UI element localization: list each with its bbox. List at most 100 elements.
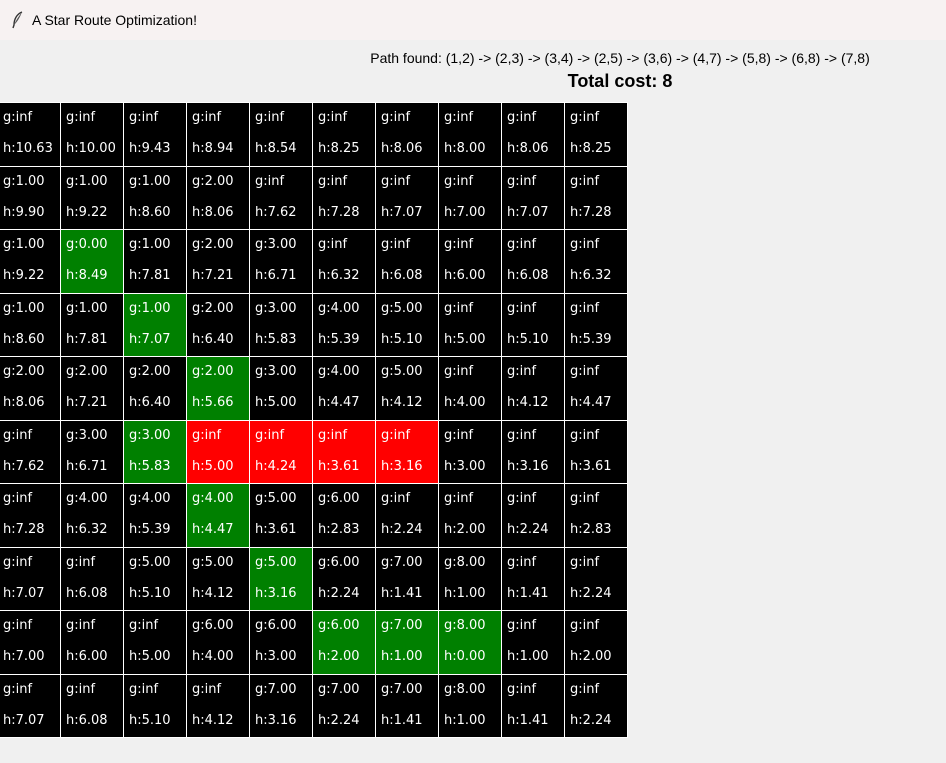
grid-cell[interactable]: g:inf h:5.00 (187, 420, 249, 483)
grid-cell[interactable]: g:inf h:8.54 (250, 103, 312, 166)
grid-cell[interactable]: g:4.00 h:4.47 (313, 357, 375, 420)
grid-cell[interactable]: g:inf h:2.24 (565, 674, 627, 737)
grid-cell[interactable]: g:7.00 h:2.24 (313, 674, 375, 737)
grid-cell[interactable]: g:6.00 h:4.00 (187, 611, 249, 674)
grid-cell[interactable]: g:inf h:6.32 (565, 230, 627, 293)
grid-cell[interactable]: g:inf h:7.00 (0, 611, 60, 674)
grid-cell[interactable]: g:inf h:1.41 (502, 674, 564, 737)
grid-cell[interactable]: g:1.00 h:8.60 (124, 166, 186, 229)
grid-cell[interactable]: g:1.00 h:9.22 (0, 230, 60, 293)
grid-cell[interactable]: g:inf h:4.47 (565, 357, 627, 420)
grid-cell[interactable]: g:2.00 h:5.66 (187, 357, 249, 420)
grid-cell[interactable]: g:inf h:3.61 (565, 420, 627, 483)
grid-cell[interactable]: g:inf h:4.24 (250, 420, 312, 483)
grid-cell[interactable]: g:5.00 h:5.10 (124, 547, 186, 610)
grid-cell[interactable]: g:7.00 h:3.16 (250, 674, 312, 737)
grid-cell[interactable]: g:8.00 h:1.00 (439, 547, 501, 610)
grid-cell[interactable]: g:inf h:2.00 (439, 484, 501, 547)
grid-cell[interactable]: g:inf h:10.63 (0, 103, 60, 166)
grid-cell[interactable]: g:inf h:3.16 (376, 420, 438, 483)
grid-cell[interactable]: g:6.00 h:3.00 (250, 611, 312, 674)
grid-cell[interactable]: g:inf h:7.28 (565, 166, 627, 229)
grid-cell[interactable]: g:inf h:7.00 (439, 166, 501, 229)
grid-cell[interactable]: g:inf h:6.00 (439, 230, 501, 293)
grid-cell[interactable]: g:4.00 h:5.39 (313, 293, 375, 356)
grid-cell[interactable]: g:8.00 h:0.00 (439, 611, 501, 674)
grid-cell[interactable]: g:inf h:6.00 (61, 611, 123, 674)
grid-cell[interactable]: g:0.00 h:8.49 (61, 230, 123, 293)
grid-cell[interactable]: g:1.00 h:9.90 (0, 166, 60, 229)
grid-cell[interactable]: g:5.00 h:3.16 (250, 547, 312, 610)
grid-cell[interactable]: g:inf h:6.08 (61, 547, 123, 610)
grid-cell[interactable]: g:inf h:7.07 (0, 674, 60, 737)
grid-cell[interactable]: g:5.00 h:4.12 (187, 547, 249, 610)
grid-cell[interactable]: g:inf h:2.24 (376, 484, 438, 547)
grid-cell[interactable]: g:6.00 h:2.83 (313, 484, 375, 547)
grid-cell[interactable]: g:inf h:4.12 (502, 357, 564, 420)
grid-cell[interactable]: g:1.00 h:7.81 (124, 230, 186, 293)
grid-cell[interactable]: g:inf h:4.00 (439, 357, 501, 420)
grid-cell[interactable]: g:inf h:2.24 (502, 484, 564, 547)
grid-cell[interactable]: g:inf h:1.41 (502, 547, 564, 610)
grid-cell[interactable]: g:inf h:5.39 (565, 293, 627, 356)
grid-cell[interactable]: g:4.00 h:6.32 (61, 484, 123, 547)
grid-cell[interactable]: g:inf h:8.06 (502, 103, 564, 166)
grid-cell[interactable]: g:inf h:7.07 (502, 166, 564, 229)
grid-cell[interactable]: g:6.00 h:2.00 (313, 611, 375, 674)
grid-cell[interactable]: g:3.00 h:5.83 (124, 420, 186, 483)
grid-cell[interactable]: g:inf h:7.07 (376, 166, 438, 229)
grid-cell[interactable]: g:inf h:8.06 (376, 103, 438, 166)
grid-cell[interactable]: g:inf h:9.43 (124, 103, 186, 166)
grid-cell[interactable]: g:inf h:8.94 (187, 103, 249, 166)
grid-cell[interactable]: g:inf h:6.08 (376, 230, 438, 293)
grid-cell[interactable]: g:inf h:7.62 (250, 166, 312, 229)
grid-cell[interactable]: g:7.00 h:1.00 (376, 611, 438, 674)
grid-cell[interactable]: g:inf h:8.00 (439, 103, 501, 166)
grid-cell[interactable]: g:inf h:2.00 (565, 611, 627, 674)
grid-cell[interactable]: g:3.00 h:6.71 (61, 420, 123, 483)
grid-cell[interactable]: g:2.00 h:8.06 (0, 357, 60, 420)
grid-cell[interactable]: g:inf h:6.32 (313, 230, 375, 293)
grid-cell[interactable]: g:4.00 h:4.47 (187, 484, 249, 547)
grid-cell[interactable]: g:2.00 h:8.06 (187, 166, 249, 229)
grid-cell[interactable]: g:inf h:1.00 (502, 611, 564, 674)
title-bar[interactable]: A Star Route Optimization! (0, 0, 946, 40)
grid-cell[interactable]: g:2.00 h:7.21 (187, 230, 249, 293)
grid-cell[interactable]: g:2.00 h:7.21 (61, 357, 123, 420)
grid-cell[interactable]: g:inf h:2.83 (565, 484, 627, 547)
grid-cell[interactable]: g:inf h:5.00 (124, 611, 186, 674)
grid-cell[interactable]: g:inf h:7.07 (0, 547, 60, 610)
grid-cell[interactable]: g:inf h:3.16 (502, 420, 564, 483)
grid-cell[interactable]: g:inf h:7.62 (0, 420, 60, 483)
grid-cell[interactable]: g:6.00 h:2.24 (313, 547, 375, 610)
grid-cell[interactable]: g:4.00 h:5.39 (124, 484, 186, 547)
grid-cell[interactable]: g:3.00 h:5.83 (250, 293, 312, 356)
grid-cell[interactable]: g:inf h:8.25 (313, 103, 375, 166)
grid-cell[interactable]: g:inf h:6.08 (61, 674, 123, 737)
grid-cell[interactable]: g:inf h:5.10 (124, 674, 186, 737)
grid-cell[interactable]: g:5.00 h:5.10 (376, 293, 438, 356)
grid-cell[interactable]: g:1.00 h:8.60 (0, 293, 60, 356)
grid-cell[interactable]: g:5.00 h:3.61 (250, 484, 312, 547)
grid-cell[interactable]: g:1.00 h:7.81 (61, 293, 123, 356)
grid-cell[interactable]: g:inf h:8.25 (565, 103, 627, 166)
grid-cell[interactable]: g:2.00 h:6.40 (187, 293, 249, 356)
grid-cell[interactable]: g:inf h:6.08 (502, 230, 564, 293)
grid-cell[interactable]: g:inf h:3.00 (439, 420, 501, 483)
grid-cell[interactable]: g:inf h:7.28 (0, 484, 60, 547)
grid-cell[interactable]: g:inf h:5.10 (502, 293, 564, 356)
grid-cell[interactable]: g:1.00 h:9.22 (61, 166, 123, 229)
grid-cell[interactable]: g:7.00 h:1.41 (376, 547, 438, 610)
grid-cell[interactable]: g:inf h:5.00 (439, 293, 501, 356)
grid-cell[interactable]: g:5.00 h:4.12 (376, 357, 438, 420)
grid-cell[interactable]: g:inf h:4.12 (187, 674, 249, 737)
grid-cell[interactable]: g:inf h:10.00 (61, 103, 123, 166)
grid-cell[interactable]: g:inf h:7.28 (313, 166, 375, 229)
grid-cell[interactable]: g:3.00 h:5.00 (250, 357, 312, 420)
grid-cell[interactable]: g:7.00 h:1.41 (376, 674, 438, 737)
grid-cell[interactable]: g:8.00 h:1.00 (439, 674, 501, 737)
grid-cell[interactable]: g:3.00 h:6.71 (250, 230, 312, 293)
grid-cell[interactable]: g:inf h:3.61 (313, 420, 375, 483)
grid-cell[interactable]: g:2.00 h:6.40 (124, 357, 186, 420)
grid-cell[interactable]: g:1.00 h:7.07 (124, 293, 186, 356)
